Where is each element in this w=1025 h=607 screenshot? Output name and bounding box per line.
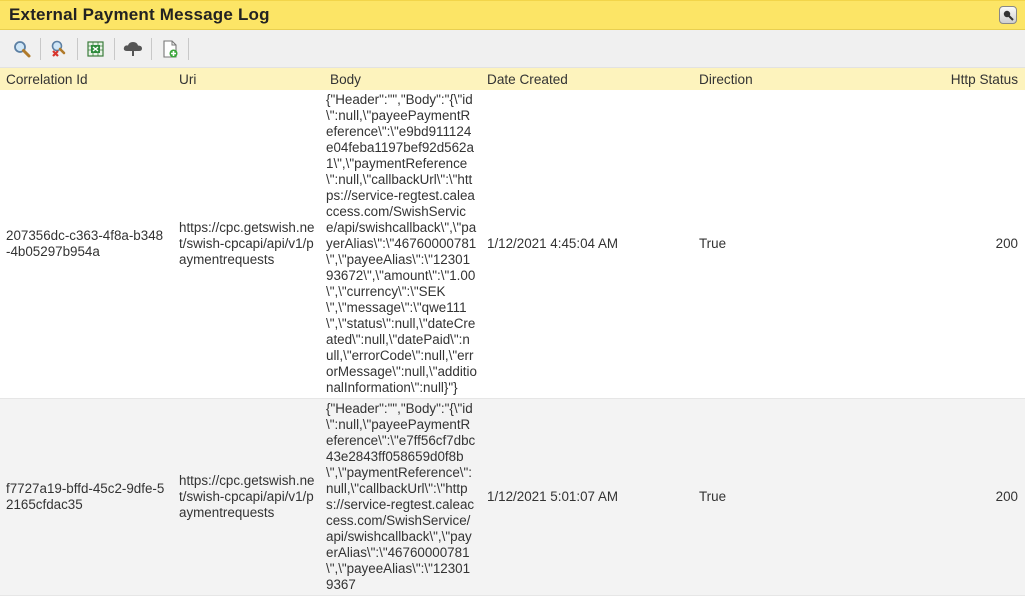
table-row[interactable]: f7727a19-bffd-45c2-9dfe-52165cfdac35 htt… (0, 398, 1025, 596)
column-header-http-status[interactable]: Http Status (906, 68, 1025, 90)
column-header-uri[interactable]: Uri (173, 68, 324, 90)
body-cell: {"Header":"","Body":"{\"id\":null,\"paye… (324, 398, 481, 596)
column-header-direction[interactable]: Direction (693, 68, 906, 90)
table-row[interactable]: 207356dc-c363-4f8a-b348-4b05297b954a htt… (0, 90, 1025, 399)
export-excel-icon (87, 40, 104, 57)
http-status-cell: 200 (906, 398, 1025, 596)
new-document-icon (163, 39, 178, 58)
direction-cell: True (693, 90, 906, 399)
http-status-cell: 200 (906, 90, 1025, 399)
uri-cell: https://cpc.getswish.net/swish-cpcapi/ap… (173, 90, 324, 399)
toolbar (0, 30, 1025, 68)
message-log-table: Correlation Id Uri Body Date Created Dir… (0, 68, 1025, 596)
correlation-id-cell: 207356dc-c363-4f8a-b348-4b05297b954a (0, 90, 173, 399)
direction-cell: True (693, 398, 906, 596)
toolbar-divider (188, 37, 189, 60)
search-icon (14, 40, 31, 57)
export-excel-button[interactable] (84, 37, 108, 61)
date-created-cell: 1/12/2021 4:45:04 AM (481, 90, 693, 399)
upload-button[interactable] (121, 37, 145, 61)
new-document-button[interactable] (158, 37, 182, 61)
toolbar-divider (77, 37, 78, 60)
clear-search-button[interactable] (47, 37, 71, 61)
toolbar-divider (151, 37, 152, 60)
table-header-row: Correlation Id Uri Body Date Created Dir… (0, 68, 1025, 90)
toolbar-divider (114, 37, 115, 60)
body-cell: {"Header":"","Body":"{\"id\":null,\"paye… (324, 90, 481, 399)
column-header-date-created[interactable]: Date Created (481, 68, 693, 90)
clear-search-icon (51, 40, 66, 57)
toolbar-divider (40, 37, 41, 60)
uri-cell: https://cpc.getswish.net/swish-cpcapi/ap… (173, 398, 324, 596)
pin-icon (1003, 10, 1014, 21)
window-title-bar: External Payment Message Log (0, 0, 1025, 30)
correlation-id-cell: f7727a19-bffd-45c2-9dfe-52165cfdac35 (0, 398, 173, 596)
cloud-upload-icon (123, 41, 142, 56)
search-button[interactable] (10, 37, 34, 61)
column-header-body[interactable]: Body (324, 68, 481, 90)
pin-window-button[interactable] (999, 6, 1017, 24)
date-created-cell: 1/12/2021 5:01:07 AM (481, 398, 693, 596)
window-title: External Payment Message Log (9, 5, 270, 24)
column-header-correlation-id[interactable]: Correlation Id (0, 68, 173, 90)
